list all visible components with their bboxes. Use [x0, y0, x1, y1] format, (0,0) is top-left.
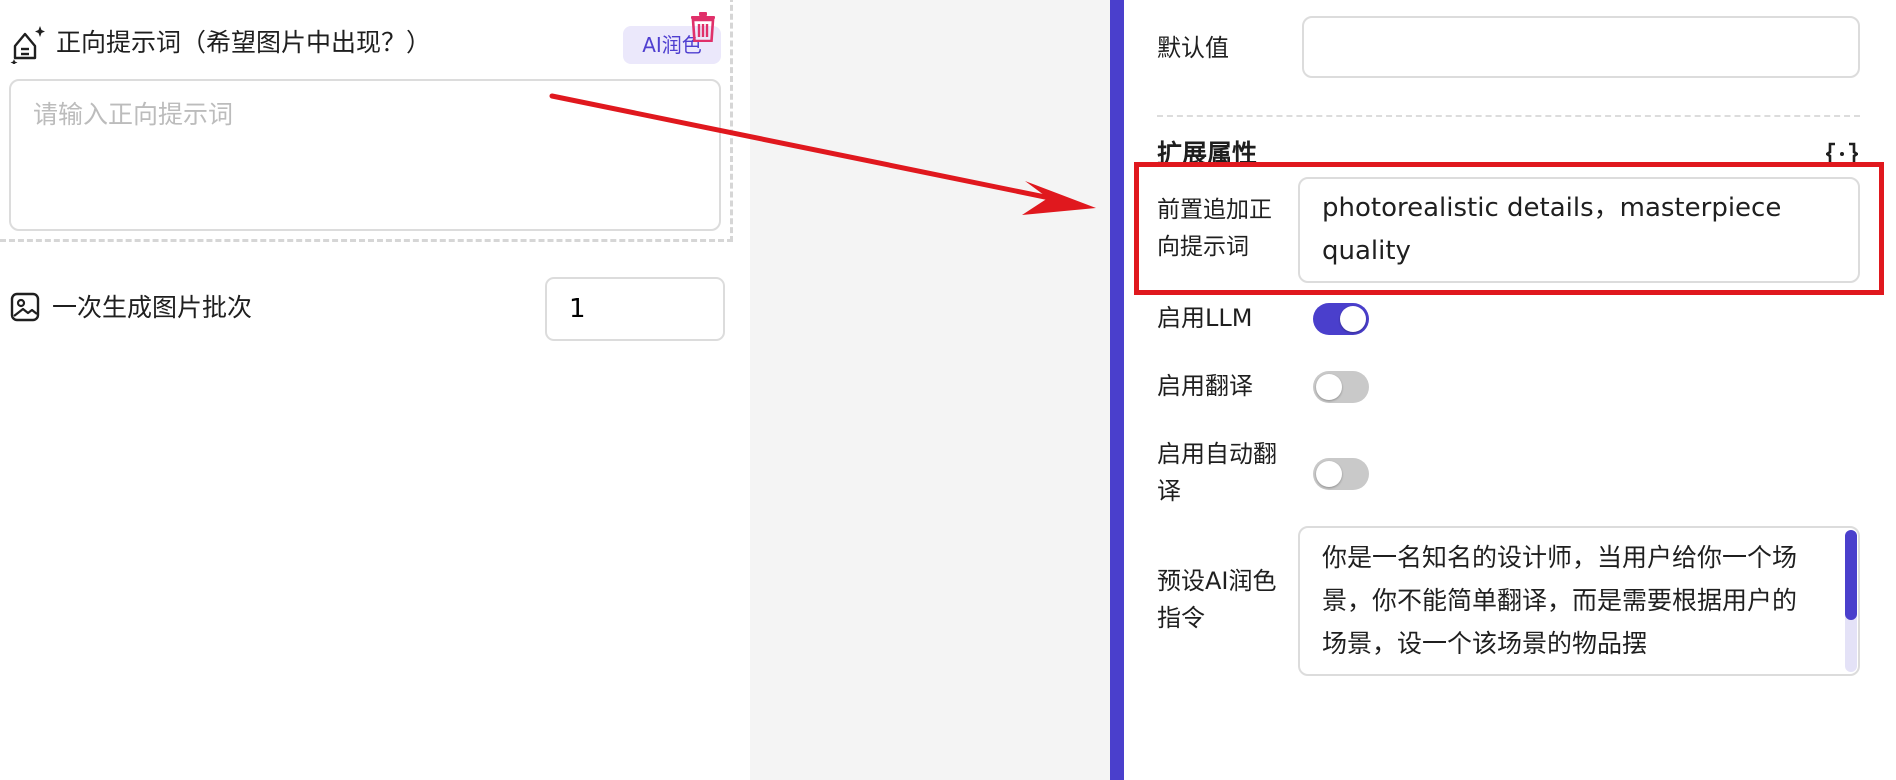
prompt-textarea[interactable]	[9, 79, 721, 231]
prefix-prompt-input[interactable]: photorealistic details，masterpiece quali…	[1298, 177, 1860, 283]
default-value-label: 默认值	[1157, 34, 1229, 62]
toggle-knob	[1316, 461, 1342, 487]
batch-label: 一次生成图片批次	[52, 293, 253, 322]
prompt-title: 正向提示词（希望图片中出现？）	[56, 28, 432, 57]
default-value-input[interactable]	[1302, 16, 1860, 78]
toggle-knob	[1340, 306, 1366, 332]
canvas-gap	[750, 0, 1110, 780]
panel-accent-bar	[1110, 0, 1124, 780]
preset-ai-instruction-label: 预设AI润色指令	[1157, 567, 1277, 632]
code-bracket-icon[interactable]	[1826, 141, 1858, 167]
image-icon	[10, 292, 40, 322]
preset-ai-instruction-textarea[interactable]: 你是一名知名的设计师，当用户给你一个场景，你不能简单翻译，而是需要根据用户的场景…	[1298, 526, 1860, 676]
enable-llm-label: 启用LLM	[1157, 304, 1253, 332]
enable-auto-translate-toggle[interactable]	[1313, 458, 1369, 490]
trash-icon[interactable]	[690, 12, 716, 42]
enable-auto-translate-label: 启用自动翻译	[1157, 440, 1277, 505]
prefix-prompt-label: 前置追加正向提示词	[1157, 197, 1272, 260]
scrollbar-thumb[interactable]	[1845, 530, 1857, 620]
enable-translate-toggle[interactable]	[1313, 371, 1369, 403]
batch-count-input[interactable]	[545, 277, 725, 341]
section-divider	[1157, 115, 1860, 117]
extended-properties-title: 扩展属性	[1157, 139, 1258, 168]
toggle-knob	[1316, 374, 1342, 400]
enable-llm-toggle[interactable]	[1313, 303, 1369, 335]
enable-translate-label: 启用翻译	[1157, 372, 1253, 400]
sparkle-prompt-icon	[10, 26, 45, 64]
